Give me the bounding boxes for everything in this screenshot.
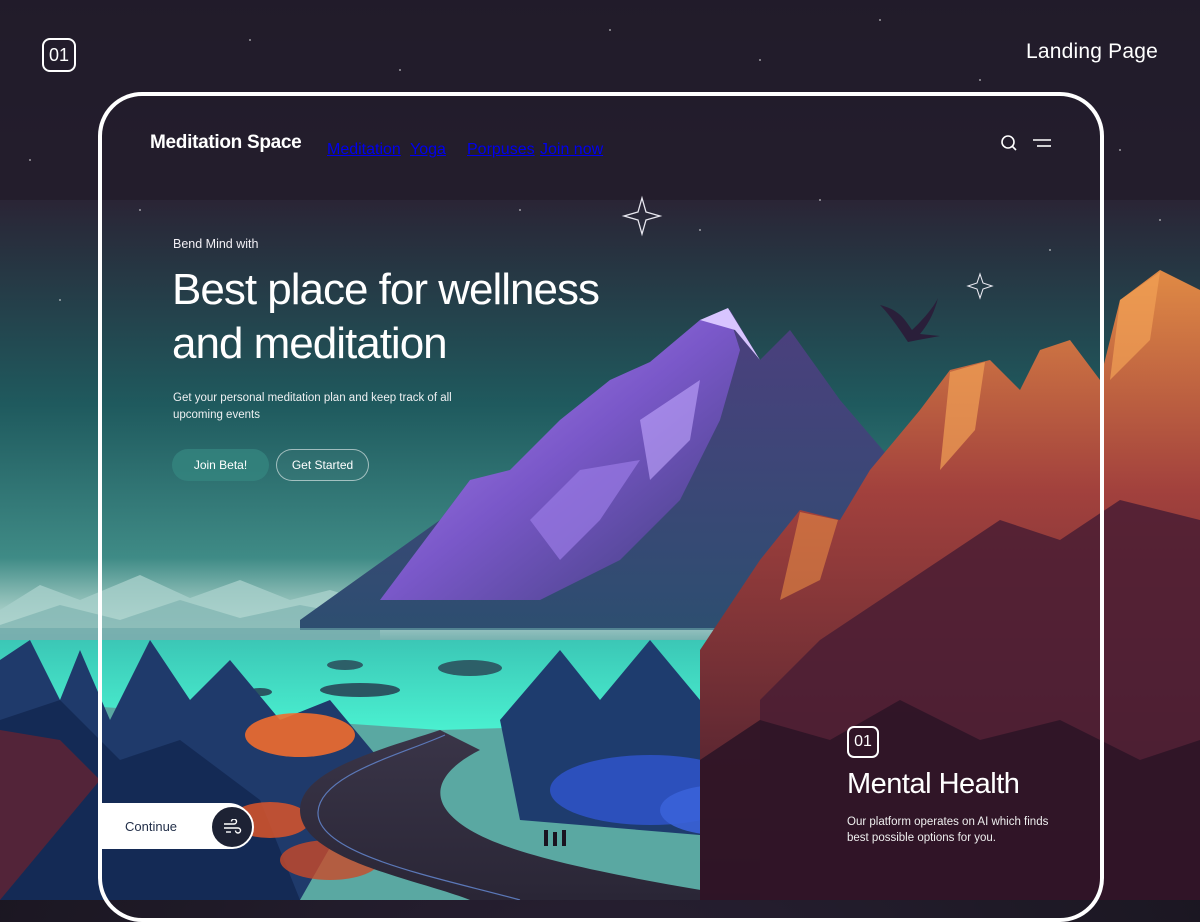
card-title: Mental Health: [847, 768, 1020, 800]
hero-title-line2: and meditation: [172, 319, 448, 368]
join-beta-button[interactable]: Join Beta!: [172, 449, 269, 481]
page-label: Landing Page: [1025, 40, 1158, 63]
hero-title-line1: Best place for wellness: [172, 265, 600, 314]
hero-subtitle: Get your personal meditation plan and ke…: [173, 392, 452, 421]
nav-item-meditation[interactable]: Meditation: [327, 141, 401, 159]
site-logo[interactable]: Meditation Space: [150, 132, 302, 154]
page-number-badge: 01: [42, 38, 76, 72]
card-number-badge: 01: [847, 726, 879, 758]
get-started-button[interactable]: Get Started: [276, 449, 369, 481]
menu-icon[interactable]: [1030, 134, 1054, 152]
hero-title: Best place for wellness and meditation: [172, 263, 612, 371]
hero-eyebrow: Bend Mind with: [173, 237, 259, 251]
wind-icon[interactable]: [210, 805, 254, 849]
continue-label: Continue: [125, 818, 178, 834]
nav-item-yoga[interactable]: Yoga: [410, 141, 446, 159]
nav-item-join-now[interactable]: Join now: [540, 141, 603, 159]
nav-item-porpuses[interactable]: Porpuses: [467, 141, 535, 159]
search-icon[interactable]: [998, 133, 1020, 153]
card-description: Our platform operates on AI which finds …: [847, 816, 1049, 844]
